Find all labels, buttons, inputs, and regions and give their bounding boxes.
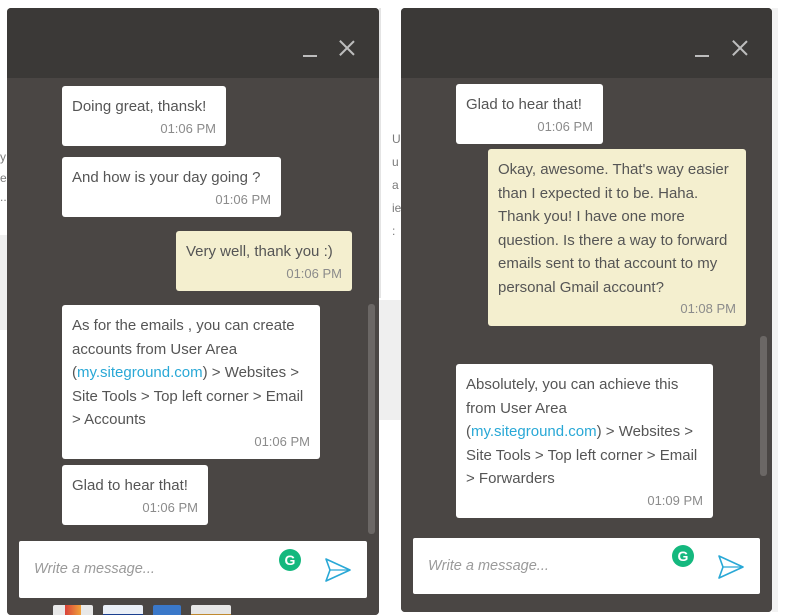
- message-text: As for the emails , you can create accou…: [72, 314, 310, 432]
- close-icon[interactable]: [730, 38, 750, 58]
- message-time: 01:06 PM: [215, 191, 271, 207]
- message-text: Glad to hear that!: [72, 477, 188, 494]
- grammarly-icon[interactable]: G: [672, 545, 694, 567]
- background-fragment: ...: [0, 190, 7, 204]
- background-band-middle: [379, 300, 401, 420]
- message-text: And how is your day going ?: [72, 169, 261, 186]
- message-bubble-user: Very well, thank you :) 01:06 PM: [176, 231, 352, 291]
- minimize-icon[interactable]: [695, 55, 709, 57]
- mastercard-icon: [53, 605, 93, 615]
- screenshot-page: y e ... U u a ie : Doing great, thansk! …: [0, 0, 800, 615]
- message-input[interactable]: [34, 556, 254, 582]
- message-time: 01:06 PM: [160, 120, 216, 136]
- message-text: Very well, thank you :): [186, 243, 333, 260]
- message-list[interactable]: Glad to hear that! 01:06 PM Okay, awesom…: [401, 78, 772, 526]
- composer-footer: G: [7, 534, 379, 615]
- message-time: 01:08 PM: [680, 301, 736, 316]
- message-time: 01:09 PM: [647, 492, 703, 508]
- message-list[interactable]: Doing great, thansk! 01:06 PM And how is…: [7, 78, 379, 534]
- background-fragment: :: [392, 224, 396, 238]
- message-time: 01:06 PM: [537, 118, 593, 134]
- amex-icon: [153, 605, 181, 615]
- background-fragment: u: [392, 155, 399, 169]
- payment-cards: [53, 605, 231, 615]
- message-text: Okay, awesome. That's way easier than I …: [498, 161, 729, 296]
- message-bubble-agent: Absolutely, you can achieve this from Us…: [456, 364, 713, 518]
- message-composer: G: [19, 541, 367, 598]
- message-bubble-agent: As for the emails , you can create accou…: [62, 305, 320, 459]
- message-time: 01:06 PM: [142, 499, 198, 515]
- background-fragment: U: [392, 132, 401, 146]
- message-bubble-agent: Glad to hear that! 01:06 PM: [62, 465, 208, 525]
- chat-header: [401, 8, 772, 78]
- send-icon[interactable]: [324, 557, 352, 583]
- message-bubble-agent: Doing great, thansk! 01:06 PM: [62, 86, 226, 146]
- composer-footer: G: [401, 526, 772, 612]
- background-band-left: [0, 235, 7, 330]
- message-bubble-user: Okay, awesome. That's way easier than I …: [488, 149, 746, 326]
- message-text: Doing great, thansk!: [72, 98, 207, 115]
- background-edge-right: [772, 8, 778, 612]
- background-fragment: y: [0, 150, 6, 164]
- message-time: 01:06 PM: [254, 433, 310, 449]
- background-text-middle: U u a ie :: [392, 128, 401, 243]
- background-fragment: ie: [392, 201, 401, 215]
- siteground-link[interactable]: my.siteground.com: [471, 423, 597, 440]
- message-composer: G: [413, 538, 760, 594]
- background-fragment: a: [392, 178, 399, 192]
- scrollbar-thumb[interactable]: [368, 304, 375, 534]
- siteground-link[interactable]: my.siteground.com: [77, 364, 203, 381]
- message-input[interactable]: [428, 553, 648, 579]
- message-bubble-agent: And how is your day going ? 01:06 PM: [62, 157, 281, 217]
- background-divider: [379, 8, 381, 298]
- send-icon[interactable]: [717, 554, 745, 580]
- grammarly-icon[interactable]: G: [279, 549, 301, 571]
- message-text: Absolutely, you can achieve this from Us…: [466, 373, 703, 491]
- message-text: Glad to hear that!: [466, 96, 582, 113]
- background-text-left: y e ...: [0, 146, 7, 209]
- minimize-icon[interactable]: [303, 55, 317, 57]
- chat-window-right: Glad to hear that! 01:06 PM Okay, awesom…: [401, 8, 772, 612]
- scrollbar-thumb[interactable]: [760, 336, 767, 476]
- visa-icon: [103, 605, 143, 615]
- message-time: 01:06 PM: [286, 265, 342, 281]
- close-icon[interactable]: [337, 38, 357, 58]
- chat-window-left: Doing great, thansk! 01:06 PM And how is…: [7, 8, 379, 615]
- message-bubble-agent: Glad to hear that! 01:06 PM: [456, 84, 603, 144]
- card-icon: [191, 605, 231, 615]
- chat-header: [7, 8, 379, 78]
